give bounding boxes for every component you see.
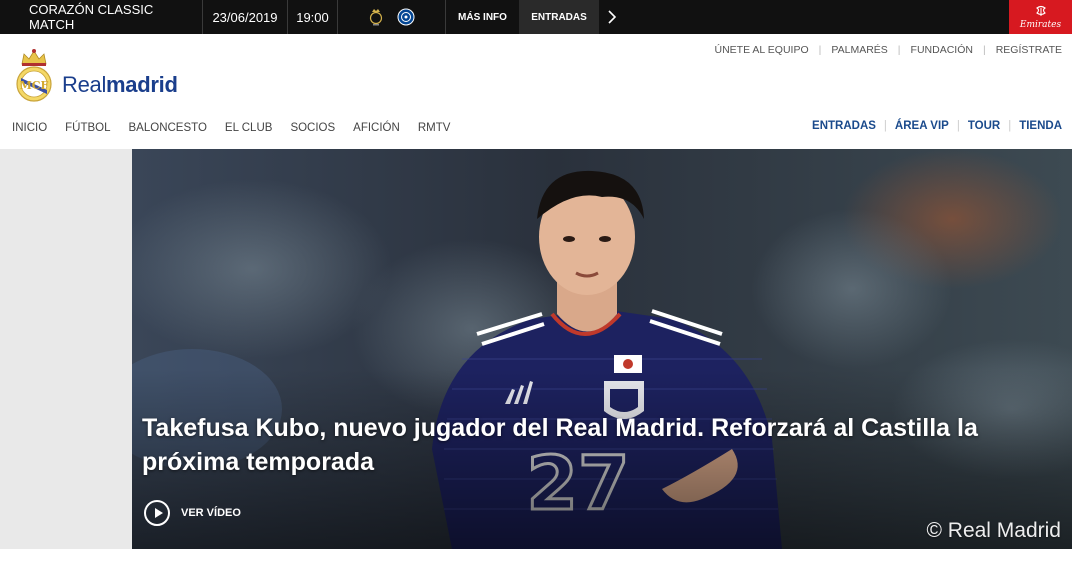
nav-item-socios[interactable]: SOCIOS [290, 122, 335, 134]
util-link-register[interactable]: REGÍSTRATE [986, 44, 1072, 56]
match-teams [338, 0, 446, 34]
util-link-foundation[interactable]: FUNDACIÓN [901, 44, 983, 56]
photo-copyright: © Real Madrid [926, 519, 1061, 542]
page-bottom [0, 549, 1072, 566]
separator: | [956, 120, 960, 132]
hero-side-panel [0, 149, 132, 549]
main-navigation: INICIO FÚTBOL BALONCESTO EL CLUB SOCIOS … [12, 122, 468, 134]
site-logo-wordmark[interactable]: Realmadrid [62, 72, 178, 98]
chelsea-crest-icon [397, 8, 414, 26]
hero-photo: 27 [132, 149, 1072, 549]
site-header: MCF Realmadrid ÚNETE AL EQUIPO | PALMARÉ… [0, 34, 1072, 149]
club-crest-icon[interactable]: MCF [13, 48, 55, 104]
utility-links: ÚNETE AL EQUIPO | PALMARÉS | FUNDACIÓN |… [705, 44, 1072, 56]
nav-item-tour[interactable]: TOUR [968, 120, 1000, 132]
secondary-navigation: ENTRADAS | ÁREA VIP | TOUR | TIENDA [812, 120, 1062, 132]
play-icon [144, 500, 170, 526]
logo-part-bold: madrid [106, 72, 178, 97]
match-event-name[interactable]: CORAZÓN CLASSIC MATCH [0, 0, 203, 34]
logo-part-light: Real [62, 72, 107, 97]
match-date: 23/06/2019 [203, 0, 288, 34]
svg-text:MCF: MCF [20, 79, 49, 92]
video-label: VER VÍDEO [181, 507, 241, 519]
separator: | [883, 120, 887, 132]
sponsor-logo[interactable]: Emirates [1009, 0, 1072, 34]
chevron-right-icon[interactable] [599, 0, 625, 34]
nav-item-aficion[interactable]: AFICIÓN [353, 122, 400, 134]
emirates-emblem-icon [1035, 5, 1046, 16]
more-info-link[interactable]: MÁS INFO [446, 0, 519, 34]
match-bar: CORAZÓN CLASSIC MATCH 23/06/2019 19:00 M… [0, 0, 1072, 34]
real-madrid-crest-icon [369, 9, 382, 26]
util-link-honours[interactable]: PALMARÉS [821, 44, 897, 56]
nav-item-entradas[interactable]: ENTRADAS [812, 120, 876, 132]
nav-item-futbol[interactable]: FÚTBOL [65, 122, 110, 134]
nav-item-tienda[interactable]: TIENDA [1019, 120, 1062, 132]
separator: | [1008, 120, 1012, 132]
nav-item-rmtv[interactable]: RMTV [418, 122, 451, 134]
hero-banner[interactable]: 27 Takefusa Kubo, nuevo jugador del Real… [132, 149, 1072, 549]
nav-item-el-club[interactable]: EL CLUB [225, 122, 273, 134]
watch-video-button[interactable]: VER VÍDEO [144, 500, 241, 526]
nav-item-inicio[interactable]: INICIO [12, 122, 47, 134]
match-time: 19:00 [288, 0, 338, 34]
util-link-join[interactable]: ÚNETE AL EQUIPO [705, 44, 819, 56]
nav-item-baloncesto[interactable]: BALONCESTO [129, 122, 207, 134]
tickets-button[interactable]: ENTRADAS [519, 0, 599, 34]
hero-headline[interactable]: Takefusa Kubo, nuevo jugador del Real Ma… [142, 411, 1042, 479]
nav-item-area-vip[interactable]: ÁREA VIP [895, 120, 949, 132]
sponsor-name: Emirates [1019, 19, 1062, 30]
